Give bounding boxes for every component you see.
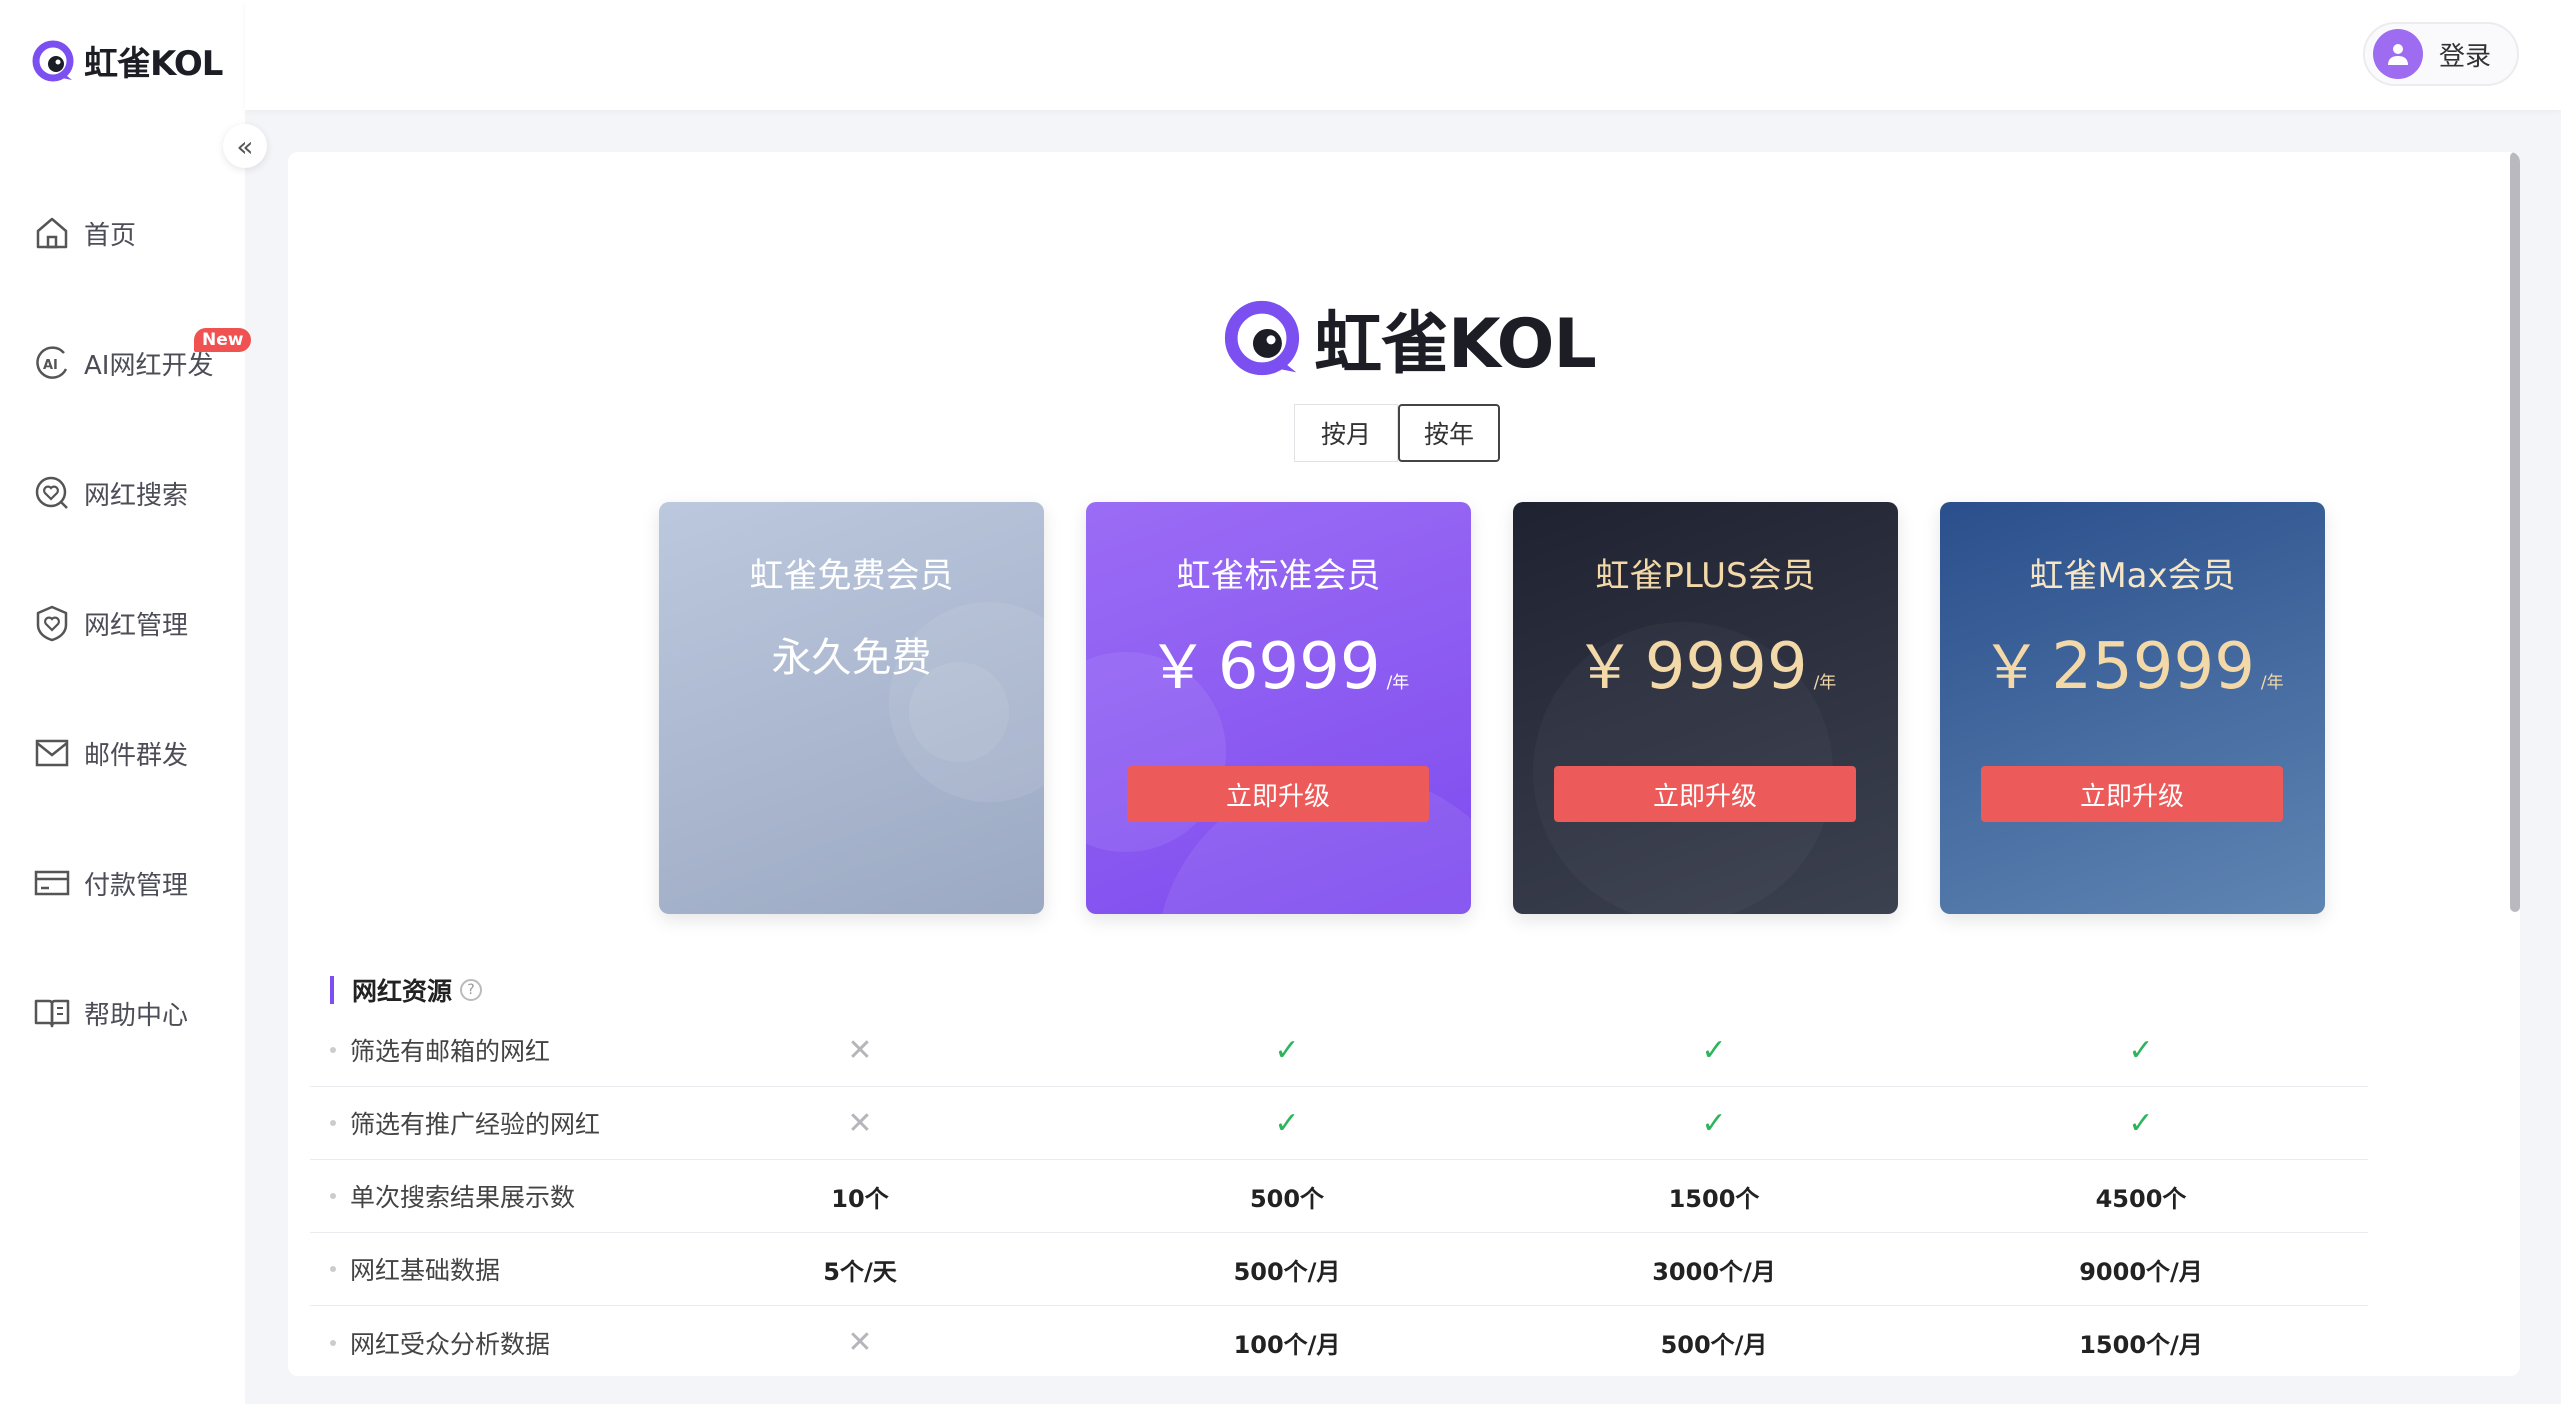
- table-cell: 5个/天: [823, 1257, 897, 1286]
- sidebar-item-label: 付款管理: [84, 870, 189, 901]
- plan-name: 虹雀PLUS会员: [1595, 556, 1816, 596]
- ai-icon: AI: [36, 346, 68, 379]
- upgrade-button[interactable]: 立即升级: [1127, 766, 1429, 822]
- login-button[interactable]: 登录: [2363, 22, 2519, 86]
- table-cell: 4500个: [2095, 1184, 2187, 1213]
- sidebar-nav: 首页 AI AI网红开发 New 网红搜索 网红管理 邮件群发 付款管理 帮助中…: [0, 168, 252, 1078]
- table-cell: 1500个/月: [2079, 1331, 2203, 1359]
- sidebar-item-kol-manage[interactable]: 网红管理: [0, 558, 245, 688]
- billing-toggle: 按月 按年: [1294, 404, 1500, 462]
- pricing-panel: 虹雀KOL 按月 按年 虹雀免费会员 永久免费 虹雀标准会员 ￥ 6999 /年…: [288, 152, 2520, 1376]
- sidebar-item-label: 首页: [84, 220, 137, 251]
- table-row: 网红基础数据 5个/天 500个/月 3000个/月 9000个/月: [310, 1233, 2368, 1306]
- mail-icon: [35, 739, 69, 767]
- sidebar-item-label: 网红管理: [84, 610, 189, 641]
- manage-shield-icon: [36, 605, 68, 642]
- check-icon: ✓: [1274, 1105, 1300, 1141]
- table-cell: 500个/月: [1233, 1257, 1341, 1286]
- plan-price: 永久免费: [771, 635, 932, 681]
- svg-text:AI: AI: [43, 358, 58, 373]
- home-icon: [36, 217, 68, 249]
- table-cell: 500个: [1249, 1184, 1325, 1213]
- user-icon: [2388, 44, 2408, 65]
- table-row: 单次搜索结果展示数 10个 500个 1500个 4500个: [310, 1160, 2368, 1233]
- check-icon: ✓: [1701, 1032, 1727, 1068]
- plan-card-free: 虹雀免费会员 永久免费: [659, 502, 1044, 914]
- plan-cards: 虹雀免费会员 永久免费 虹雀标准会员 ￥ 6999 /年 立即升级 虹雀PLUS…: [659, 502, 2325, 914]
- plan-price: ￥ 9999 /年: [1574, 630, 1837, 704]
- section-title-text: 网红资源: [352, 977, 453, 1006]
- plan-name: 虹雀免费会员: [749, 556, 954, 596]
- toggle-monthly[interactable]: 按月: [1294, 404, 1398, 462]
- plan-card-plus: 虹雀PLUS会员 ￥ 9999 /年 立即升级: [1513, 502, 1898, 914]
- plan-name: 虹雀Max会员: [2029, 556, 2236, 596]
- sidebar-item-payment[interactable]: 付款管理: [0, 818, 245, 948]
- section-title: 网红资源 ?: [330, 972, 483, 1008]
- sidebar-item-label: 邮件群发: [84, 740, 189, 771]
- pricing-brand-name: 虹雀KOL: [1314, 305, 1597, 384]
- check-icon: ✓: [1701, 1105, 1727, 1141]
- section-accent-bar: [330, 976, 334, 1004]
- table-cell: 3000个/月: [1652, 1257, 1776, 1286]
- sidebar-item-ai-dev[interactable]: AI AI网红开发 New: [0, 298, 252, 428]
- plan-card-standard: 虹雀标准会员 ￥ 6999 /年 立即升级: [1086, 502, 1471, 914]
- brand-mark-icon: [1224, 300, 1300, 375]
- plan-price: ￥ 25999 /年: [1981, 630, 2284, 704]
- sidebar-item-label: 帮助中心: [84, 1000, 189, 1031]
- table-row: 筛选有邮箱的网红 ✕ ✓ ✓ ✓: [310, 1014, 2368, 1087]
- sidebar-item-kol-search[interactable]: 网红搜索: [0, 428, 245, 558]
- new-badge: New: [194, 328, 252, 352]
- feature-table: 筛选有邮箱的网红 ✕ ✓ ✓ ✓ 筛选有推广经验的网红 ✕ ✓ ✓ ✓ 单次搜索…: [310, 1014, 2368, 1376]
- top-header: 登录: [245, 0, 2561, 110]
- avatar: [2373, 29, 2423, 79]
- table-cell: 10个: [831, 1184, 889, 1213]
- toggle-yearly[interactable]: 按年: [1398, 404, 1500, 462]
- sidebar-item-mass-mail[interactable]: 邮件群发: [0, 688, 245, 818]
- sidebar-item-help[interactable]: 帮助中心: [0, 948, 245, 1078]
- brand-logo[interactable]: 虹雀KOL: [32, 36, 223, 85]
- plan-card-max: 虹雀Max会员 ￥ 25999 /年 立即升级: [1940, 502, 2325, 914]
- cross-icon: ✕: [847, 1105, 873, 1141]
- plan-price: ￥ 6999 /年: [1147, 630, 1410, 704]
- brand-mark-icon: [32, 40, 74, 81]
- login-label: 登录: [2439, 41, 2492, 72]
- table-cell: 500个/月: [1660, 1331, 1768, 1359]
- search-heart-icon: [35, 476, 68, 509]
- brand-name: 虹雀KOL: [84, 44, 223, 84]
- sidebar-item-home[interactable]: 首页: [0, 168, 245, 298]
- cross-icon: ✕: [847, 1325, 873, 1360]
- book-icon: [34, 999, 70, 1028]
- table-cell: 1500个: [1668, 1184, 1760, 1213]
- check-icon: ✓: [2128, 1032, 2154, 1068]
- card-icon: [34, 870, 70, 896]
- cross-icon: ✕: [847, 1032, 873, 1068]
- upgrade-button[interactable]: 立即升级: [1981, 766, 2283, 822]
- plan-name: 虹雀标准会员: [1176, 556, 1381, 596]
- sidebar: 虹雀KOL 首页 AI AI网红开发 New 网红搜索 网红管理 邮件群发 付款…: [0, 0, 252, 1404]
- table-row: 筛选有推广经验的网红 ✕ ✓ ✓ ✓: [310, 1087, 2368, 1160]
- table-cell: 9000个/月: [2079, 1257, 2203, 1286]
- sidebar-item-label: 网红搜索: [84, 480, 189, 511]
- pricing-logo: 虹雀KOL: [1224, 288, 1597, 387]
- help-icon[interactable]: ?: [460, 979, 483, 1001]
- table-row: 网红受众分析数据 ✕ 100个/月 500个/月 1500个/月: [310, 1306, 2368, 1376]
- sidebar-collapse-button[interactable]: «: [223, 124, 267, 168]
- check-icon: ✓: [2128, 1105, 2154, 1141]
- double-chevron-left-icon: «: [236, 129, 254, 163]
- upgrade-button[interactable]: 立即升级: [1554, 766, 1856, 822]
- scrollbar[interactable]: [2510, 152, 2520, 912]
- check-icon: ✓: [1274, 1032, 1300, 1068]
- table-cell: 100个/月: [1233, 1331, 1341, 1359]
